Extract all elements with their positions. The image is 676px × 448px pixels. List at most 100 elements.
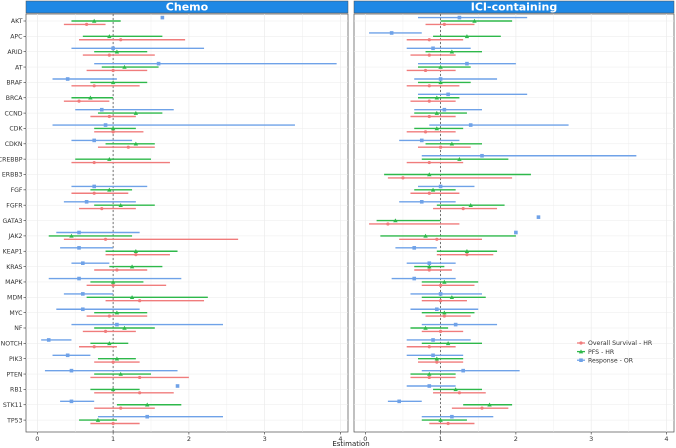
legend-label: Overall Survival - HR bbox=[588, 340, 653, 347]
os-point bbox=[438, 145, 443, 149]
gene-label: MAPK bbox=[5, 279, 23, 286]
gene-label: RB1 bbox=[10, 387, 23, 394]
response-point bbox=[115, 322, 119, 327]
os-point bbox=[438, 283, 443, 287]
response-point bbox=[536, 215, 541, 219]
response-point bbox=[453, 322, 458, 327]
os-point bbox=[423, 68, 428, 73]
x-tick-label: 2 bbox=[187, 435, 191, 443]
gene-label: KEAP1 bbox=[3, 248, 23, 255]
os-point bbox=[111, 68, 115, 73]
response-point bbox=[397, 399, 401, 404]
os-point bbox=[138, 375, 142, 380]
response-point bbox=[427, 384, 432, 388]
os-point bbox=[107, 114, 111, 119]
response-point bbox=[442, 107, 447, 112]
os-point bbox=[427, 53, 431, 57]
response-point bbox=[431, 46, 435, 51]
os-point bbox=[107, 314, 111, 318]
response-point bbox=[92, 138, 96, 143]
response-point bbox=[389, 31, 394, 35]
x-tick-label: 1 bbox=[439, 435, 443, 443]
x-tick-label: 3 bbox=[589, 435, 593, 443]
response-point bbox=[465, 61, 469, 66]
os-point bbox=[85, 22, 89, 26]
response-point bbox=[468, 123, 473, 127]
os-point bbox=[134, 253, 138, 257]
gene-label: FGF bbox=[11, 187, 23, 194]
response-point bbox=[419, 200, 424, 204]
os-point bbox=[111, 283, 115, 287]
os-point bbox=[138, 299, 142, 303]
gene-label: CREBBP bbox=[0, 156, 23, 163]
os-point bbox=[103, 237, 108, 241]
os-point bbox=[457, 391, 462, 395]
response-point bbox=[175, 384, 180, 388]
legend-key-circle bbox=[579, 341, 583, 345]
os-point bbox=[446, 421, 450, 426]
os-point bbox=[427, 114, 431, 119]
os-point bbox=[427, 99, 431, 103]
legend-label: PFS - HR bbox=[588, 349, 615, 356]
gene-label: CCND bbox=[4, 110, 22, 117]
response-point bbox=[461, 368, 465, 373]
response-point bbox=[412, 246, 417, 250]
os-point bbox=[138, 391, 142, 395]
os-point bbox=[442, 22, 446, 26]
os-point bbox=[438, 299, 443, 303]
response-point bbox=[84, 200, 89, 204]
os-point bbox=[111, 130, 115, 134]
response-point bbox=[435, 307, 439, 312]
os-point bbox=[427, 84, 431, 88]
gene-label: KRAS bbox=[6, 264, 22, 271]
os-point bbox=[92, 345, 96, 349]
response-point bbox=[103, 123, 108, 127]
response-point bbox=[450, 414, 454, 419]
gene-label: PTEN bbox=[6, 371, 22, 378]
os-point bbox=[427, 160, 431, 165]
os-point bbox=[126, 145, 130, 149]
panel-title: Chemo bbox=[166, 1, 209, 14]
gene-label: STK11 bbox=[3, 402, 23, 409]
os-point bbox=[119, 38, 123, 42]
panel-ici-containing: ICI-containing bbox=[353, 1, 675, 433]
legend-key-square bbox=[579, 358, 583, 362]
os-point bbox=[386, 222, 390, 226]
gene-label: FGFR bbox=[6, 202, 23, 209]
os-point bbox=[111, 360, 115, 364]
gene-label: AT bbox=[15, 64, 23, 71]
gene-axis-labels: AKT APC ARID AT BRAF BRCA CCND CDK CDKN CREBBP ERB… bbox=[0, 18, 26, 424]
os-point bbox=[92, 84, 96, 88]
x-tick-label: 4 bbox=[664, 435, 668, 443]
panel-chemo: Chemo bbox=[25, 1, 349, 433]
os-point bbox=[100, 207, 104, 211]
response-point bbox=[514, 230, 518, 235]
os-point bbox=[427, 38, 431, 42]
gene-label: PIK3 bbox=[9, 356, 23, 363]
response-point bbox=[69, 399, 74, 404]
panel-frame bbox=[353, 13, 675, 433]
gene-label: NOTCH bbox=[1, 341, 23, 348]
os-point bbox=[119, 406, 123, 410]
gene-label: TP53 bbox=[6, 417, 22, 424]
panel-title: ICI-containing bbox=[471, 1, 558, 14]
x-tick-label: 1 bbox=[111, 435, 115, 443]
response-point bbox=[111, 46, 115, 51]
gene-label: MYC bbox=[9, 310, 22, 317]
response-point bbox=[427, 261, 432, 265]
os-point bbox=[423, 130, 428, 134]
response-point bbox=[145, 414, 150, 419]
response-point bbox=[431, 353, 435, 358]
response-point bbox=[160, 15, 165, 20]
os-point bbox=[115, 268, 119, 272]
gene-label: AKT bbox=[11, 18, 23, 25]
x-tick-label: 0 bbox=[35, 435, 39, 443]
response-point bbox=[77, 276, 81, 281]
response-point bbox=[438, 184, 443, 189]
response-point bbox=[480, 153, 484, 158]
os-point bbox=[107, 53, 111, 57]
response-point bbox=[156, 61, 161, 66]
response-point bbox=[457, 15, 462, 20]
panel-frame bbox=[25, 13, 349, 433]
gene-label: ARID bbox=[7, 49, 22, 56]
